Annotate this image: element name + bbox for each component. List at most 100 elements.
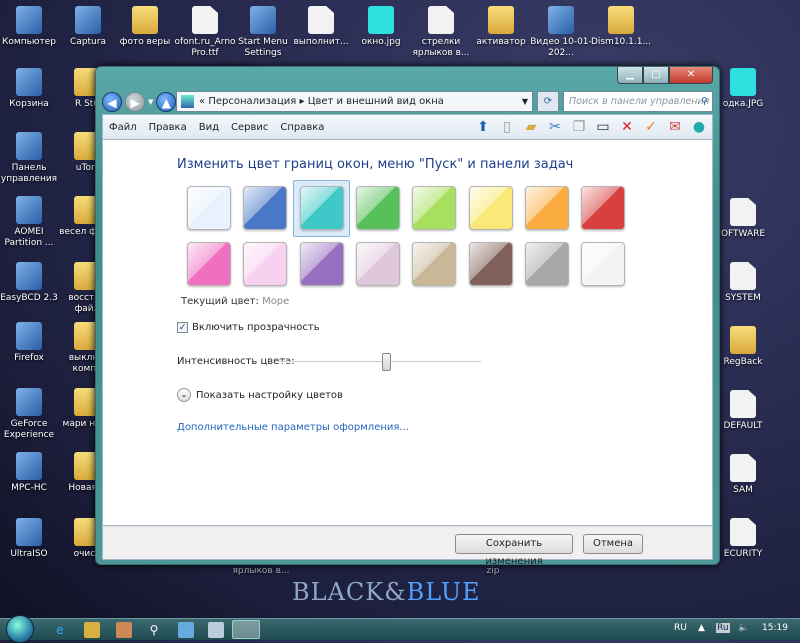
desktop-icon[interactable]: EasyBCD 2.3 xyxy=(0,262,60,304)
close-button[interactable]: ✕ xyxy=(669,67,713,84)
folder-options-icon[interactable]: ▰ xyxy=(522,118,540,136)
desktop-icon[interactable]: AOMEI Partition ... xyxy=(0,196,60,249)
start-button[interactable] xyxy=(6,615,34,643)
menu-edit[interactable]: Правка xyxy=(143,122,193,133)
desktop-icon[interactable]: активатор xyxy=(470,6,532,48)
chevron-down-icon[interactable]: ⌄ xyxy=(177,388,191,402)
desktop-icon[interactable]: MPC-HC xyxy=(0,452,60,494)
desktop-icon[interactable]: OFTWARE xyxy=(712,198,774,240)
desktop-icon[interactable]: ECURITY xyxy=(712,518,774,560)
desktop-icon[interactable]: Start Menu Settings xyxy=(232,6,294,59)
volume-icon[interactable]: 🔈 xyxy=(738,623,749,633)
desktop-icon-label: EasyBCD 2.3 xyxy=(0,293,58,303)
color-swatch[interactable] xyxy=(243,242,288,286)
desktop-icon[interactable]: GeForce Experience xyxy=(0,388,60,441)
up-icon[interactable]: ⬆ xyxy=(474,118,492,136)
color-swatch[interactable] xyxy=(187,242,231,286)
desktop-icon[interactable]: выполнит... xyxy=(290,6,352,48)
color-swatch[interactable] xyxy=(581,242,626,286)
color-swatch[interactable] xyxy=(581,186,626,230)
folder-icon xyxy=(132,6,158,34)
forward-button[interactable]: ▶ xyxy=(125,92,145,112)
color-swatch[interactable] xyxy=(412,242,457,286)
menu-help[interactable]: Справка xyxy=(274,122,330,133)
slider-thumb[interactable] xyxy=(382,353,392,371)
save-button[interactable]: Сохранить изменения xyxy=(455,534,573,567)
show-hidden-icons[interactable]: ▲ xyxy=(698,623,705,633)
desktop-icon[interactable]: Видео 10-01-202... xyxy=(530,6,592,59)
address-bar[interactable]: « Персонализация ▸ Цвет и внешний вид ок… xyxy=(176,91,533,112)
language-indicator[interactable]: RU xyxy=(674,623,687,633)
app-icon[interactable] xyxy=(178,622,194,638)
explorer-icon[interactable] xyxy=(84,622,100,638)
content-pane: Изменить цвет границ окон, меню "Пуск" и… xyxy=(102,140,713,526)
show-color-mixer[interactable]: ⌄ Показать настройку цветов xyxy=(177,388,343,402)
checkbox-checked-icon[interactable]: ✓ xyxy=(177,322,188,333)
breadcrumb-personalization[interactable]: Персонализация xyxy=(208,96,296,107)
color-swatch[interactable] xyxy=(243,186,288,230)
address-dropdown-icon[interactable]: ▼ xyxy=(522,92,528,111)
breadcrumb-current[interactable]: Цвет и внешний вид окна xyxy=(308,96,444,107)
desktop-icon[interactable]: одка.JPG xyxy=(712,68,774,110)
search-app-icon[interactable]: ⚲ xyxy=(146,622,162,638)
ie-icon[interactable]: e xyxy=(52,622,68,638)
up-button[interactable]: ▲ xyxy=(156,92,177,112)
menu-tools[interactable]: Сервис xyxy=(225,122,274,133)
document-icon[interactable] xyxy=(208,622,224,638)
color-swatch[interactable] xyxy=(355,242,400,286)
desktop-icon[interactable]: окно.jpg xyxy=(350,6,412,48)
desktop-icon[interactable]: Панель управления xyxy=(0,132,60,185)
copy-icon[interactable]: ❐ xyxy=(570,118,588,136)
blank-page-icon[interactable]: ▯ xyxy=(498,118,516,136)
color-swatch[interactable] xyxy=(355,186,400,230)
desktop-icon[interactable]: Dism10.1.1... xyxy=(590,6,652,48)
desktop-icon[interactable]: ofont.ru_Arno Pro.ttf xyxy=(174,6,236,59)
desktop-icon[interactable]: фото веры xyxy=(114,6,176,48)
delete-icon[interactable]: ✕ xyxy=(618,118,636,136)
check-icon[interactable]: ✓ xyxy=(642,118,660,136)
minimize-button[interactable]: ▁ xyxy=(617,67,643,84)
cut-icon[interactable]: ✂ xyxy=(546,118,564,136)
file-icon xyxy=(428,6,454,34)
color-swatch[interactable] xyxy=(187,186,231,230)
search-input[interactable]: Поиск в панели управления ⚲ xyxy=(563,91,713,112)
color-swatch[interactable] xyxy=(299,186,344,230)
maximize-button[interactable]: □ xyxy=(643,67,669,84)
intensity-slider[interactable] xyxy=(279,353,481,371)
desktop-icon[interactable]: SYSTEM xyxy=(712,262,774,304)
globe-icon[interactable]: ● xyxy=(690,118,708,136)
search-icon[interactable]: ⚲ xyxy=(701,92,708,111)
advanced-appearance-link[interactable]: Дополнительные параметры оформления... xyxy=(177,422,409,433)
color-swatch[interactable] xyxy=(412,186,457,230)
keyboard-layout-badge[interactable]: Ru xyxy=(716,623,730,633)
color-swatch[interactable] xyxy=(524,242,569,286)
desktop-icon[interactable]: Компьютер xyxy=(0,6,60,48)
desktop-icon-label: RegBack xyxy=(723,357,763,367)
desktop-icon[interactable]: Firefox xyxy=(0,322,60,364)
desktop-icon[interactable]: стрелки ярлыков в... xyxy=(410,6,472,59)
desktop-icon[interactable]: SAM xyxy=(712,454,774,496)
media-player-icon[interactable] xyxy=(116,622,132,638)
transparency-checkbox[interactable]: ✓ Включить прозрачность xyxy=(177,322,320,333)
desktop-icon-label: SYSTEM xyxy=(725,293,761,303)
desktop-icon[interactable]: RegBack xyxy=(712,326,774,368)
color-swatch[interactable] xyxy=(468,186,513,230)
clock[interactable]: 15:19 xyxy=(762,623,788,633)
back-button[interactable]: ◀ xyxy=(102,92,122,112)
refresh-button[interactable]: ⟳ xyxy=(537,91,559,112)
mail-icon[interactable]: ✉ xyxy=(666,118,684,136)
desktop-icon[interactable]: DEFAULT xyxy=(712,390,774,432)
history-dropdown-icon[interactable]: ▼ xyxy=(148,98,153,106)
breadcrumb-separator[interactable]: ▸ xyxy=(299,96,304,107)
color-swatch[interactable] xyxy=(468,242,513,286)
paste-icon[interactable]: ▭ xyxy=(594,118,612,136)
menu-file[interactable]: Файл xyxy=(103,122,143,133)
color-swatch[interactable] xyxy=(524,186,569,230)
color-swatch[interactable] xyxy=(299,242,344,286)
control-panel-task[interactable] xyxy=(232,620,260,639)
desktop-icon[interactable]: UltraISO xyxy=(0,518,60,560)
desktop-icon[interactable]: Корзина xyxy=(0,68,60,110)
desktop-icon[interactable]: Captura xyxy=(57,6,119,48)
cancel-button[interactable]: Отмена xyxy=(583,534,643,554)
menu-view[interactable]: Вид xyxy=(193,122,225,133)
